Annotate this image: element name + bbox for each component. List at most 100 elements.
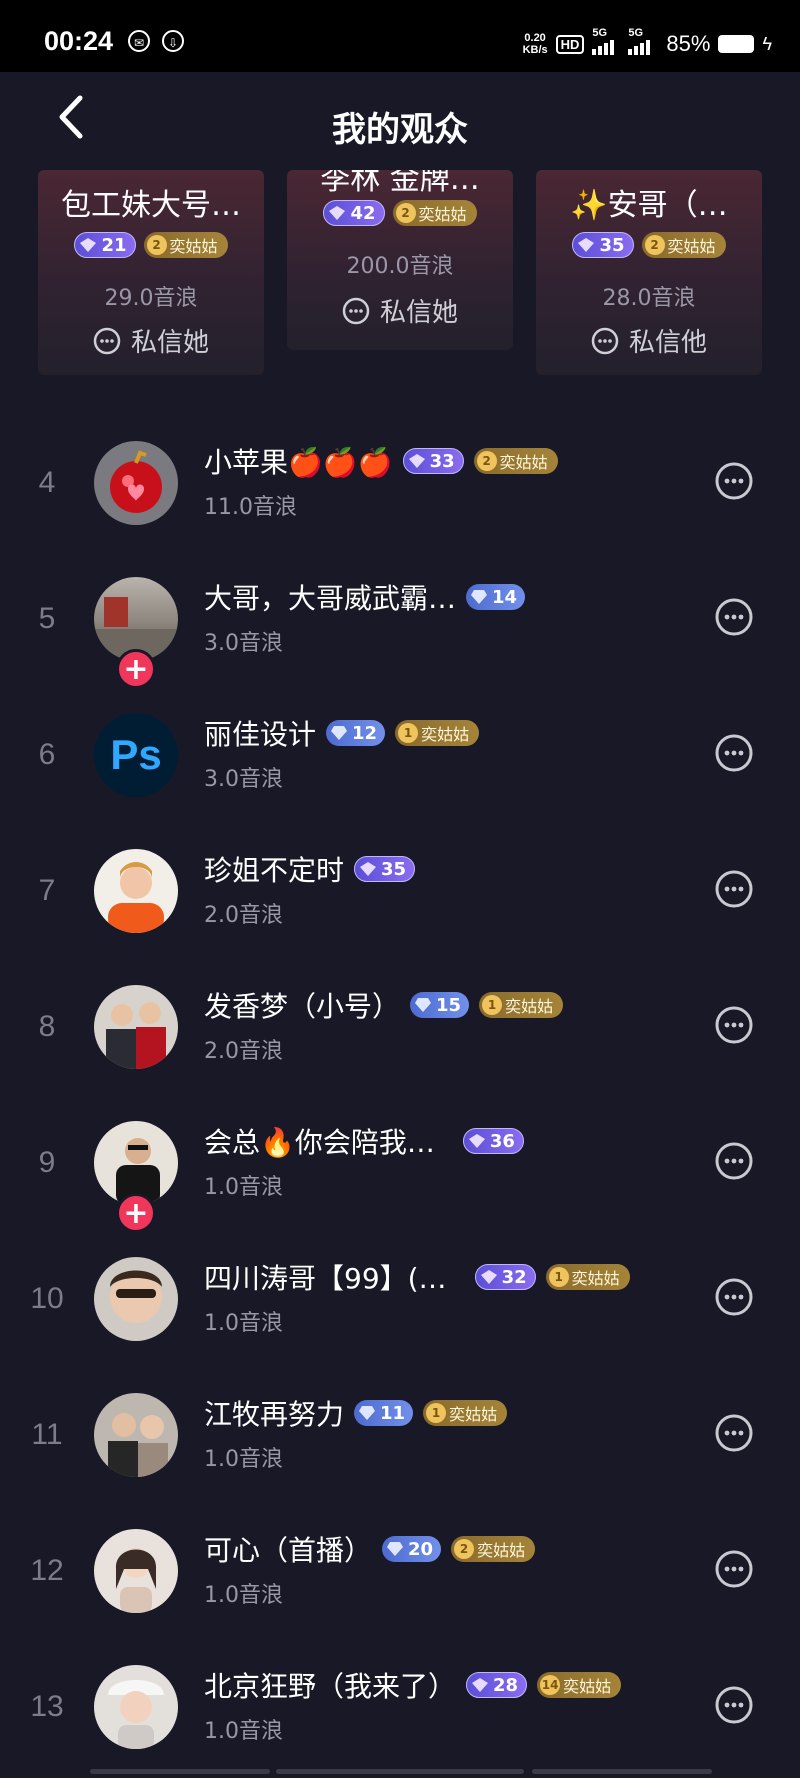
scroll-indicator (276, 1769, 524, 1774)
level-badge: 35 (354, 856, 416, 882)
list-item[interactable]: 11 江牧再努力 11 1 奕姑姑 1.0音浪 (0, 1367, 800, 1503)
level-badge: 28 (466, 1672, 528, 1698)
fan-badge: 2 奕姑姑 (392, 200, 477, 226)
wave-amount: 1.0音浪 (204, 1311, 283, 1336)
rank-number: 4 (38, 466, 56, 499)
wave-amount: 1.0音浪 (204, 1583, 283, 1608)
podium-badges: 35 2 奕姑姑 (536, 232, 762, 258)
list-item[interactable]: 6 Ps 丽佳设计 12 1 奕姑姑 3.0音浪 (0, 687, 800, 823)
podium-wave: 29.0音浪 (104, 286, 198, 311)
rank-number: 9 (38, 1146, 56, 1179)
gem-icon (79, 237, 97, 253)
podium-name: 包工妹大号… (61, 188, 241, 223)
gem-icon (577, 237, 595, 253)
rank-number: 5 (38, 602, 56, 635)
message-button[interactable]: 私信他 (536, 322, 762, 359)
message-button[interactable] (714, 1277, 754, 1317)
heart-icon: 2 (395, 203, 416, 223)
user-name: 发香梦（小号） (204, 990, 401, 1023)
person-avatar[interactable] (94, 1393, 178, 1477)
signal-icon: 5G (628, 27, 658, 55)
list-item[interactable]: 7 珍姐不定时 35 2.0音浪 (0, 823, 800, 959)
name-line: 北京狂野（我来了） 28 14 奕姑姑 (204, 1665, 622, 1705)
hd-icon: HD (555, 34, 585, 54)
name-line: 丽佳设计 12 1 奕姑姑 (204, 713, 480, 753)
heart-icon: 2 (454, 1539, 475, 1559)
list-item[interactable]: 9 + 会总🔥你会陪我… 36 1.0音浪 (0, 1095, 800, 1233)
gem-icon (471, 1677, 489, 1693)
fan-badge: 14 奕姑姑 (537, 1672, 622, 1698)
wave-amount: 1.0音浪 (204, 1447, 283, 1472)
fan-badge: 1 奕姑姑 (395, 720, 480, 746)
message-button[interactable] (714, 1685, 754, 1725)
rank-number: 12 (30, 1554, 64, 1587)
message-button[interactable] (714, 1413, 754, 1453)
list-item[interactable]: 5 + 大哥，大哥威武霸… 14 3.0音浪 (0, 551, 800, 689)
scroll-indicator (90, 1769, 270, 1774)
list-item[interactable]: 8 发香梦（小号） 15 1 奕姑姑 2.0音浪 (0, 959, 800, 1095)
level-badge: 36 (462, 1128, 524, 1154)
gem-icon (468, 1133, 486, 1149)
gem-icon (470, 589, 488, 605)
message-button[interactable] (714, 1005, 754, 1045)
podium-card[interactable]: 包工妹大号… 21 2 奕姑姑 29.0音浪 私信她 (38, 170, 264, 375)
name-line: 四川涛哥【99】(… 32 1 奕姑姑 (204, 1257, 630, 1297)
chat-bubble-icon (715, 870, 753, 908)
message-button[interactable] (714, 869, 754, 909)
wave-amount: 3.0音浪 (204, 767, 283, 792)
person-avatar[interactable] (94, 985, 178, 1069)
list-item[interactable]: 10 四川涛哥【99】(… 32 1 奕姑姑 1.0音浪 (0, 1231, 800, 1367)
status-right: 0.20 KB/s HD 5G 5G 85% ϟ (523, 26, 772, 62)
charging-icon: ϟ (762, 33, 772, 54)
follow-button[interactable]: + (116, 1193, 156, 1233)
gem-icon (386, 1541, 404, 1557)
message-button[interactable] (714, 597, 754, 637)
message-button[interactable] (714, 1549, 754, 1589)
message-button[interactable] (714, 461, 754, 501)
gem-icon (480, 1269, 498, 1285)
rank-number: 10 (30, 1282, 64, 1315)
podium-badges: 21 2 奕姑姑 (38, 232, 264, 258)
level-badge: 35 (572, 232, 634, 258)
message-button[interactable] (714, 1141, 754, 1181)
list-item[interactable]: 4 小苹果🍎🍎🍎 33 2 奕姑姑 11.0音浪 (0, 415, 800, 551)
gem-icon (359, 861, 377, 877)
page-title: 我的观众 (332, 111, 468, 149)
wave-amount: 2.0音浪 (204, 903, 283, 928)
heart-icon: 2 (644, 235, 665, 255)
podium-card[interactable]: 李林 金牌… 42 2 奕姑姑 200.0音浪 私信她 (287, 170, 513, 350)
chat-bubble-icon (342, 297, 370, 324)
apple-avatar[interactable] (94, 441, 178, 525)
fan-badge: 1 奕姑姑 (545, 1264, 630, 1290)
person-avatar[interactable] (94, 1665, 178, 1749)
message-button[interactable]: 私信她 (287, 292, 513, 329)
message-button[interactable]: 私信她 (38, 322, 264, 359)
list-item[interactable]: 13 北京狂野（我来了） 28 14 奕姑姑 1.0音浪 (0, 1639, 800, 1775)
follow-button[interactable]: + (116, 649, 156, 689)
podium-card[interactable]: ✨安哥（… 35 2 奕姑姑 28.0音浪 私信他 (536, 170, 762, 375)
gem-icon (330, 725, 348, 741)
net-speed: 0.20 KB/s (522, 32, 548, 56)
person-avatar[interactable] (94, 1257, 178, 1341)
user-name: 可心（首播） (204, 1534, 373, 1567)
gem-icon (414, 997, 432, 1013)
user-name: 小苹果🍎🍎🍎 (204, 446, 393, 479)
level-badge: 15 (410, 992, 470, 1018)
user-name: 大哥，大哥威武霸… (204, 582, 457, 615)
name-line: 江牧再努力 11 1 奕姑姑 (204, 1393, 508, 1433)
list-item[interactable]: 12 可心（首播） 20 2 奕姑姑 1.0音浪 (0, 1503, 800, 1639)
name-line: 会总🔥你会陪我… 36 (204, 1121, 524, 1161)
ps-logo-avatar[interactable]: Ps (94, 713, 178, 797)
user-name: 江牧再努力 (204, 1398, 345, 1431)
ps-logo-text: Ps (110, 731, 162, 778)
podium-name: 李林 金牌… (320, 170, 480, 197)
podium-wave: 28.0音浪 (602, 286, 696, 311)
level-badge: 14 (466, 584, 526, 610)
rank-number: 6 (38, 738, 56, 771)
wave-amount: 1.0音浪 (204, 1175, 283, 1200)
podium-wave: 200.0音浪 (346, 254, 454, 279)
chat-bubble-icon (715, 1550, 753, 1588)
person-avatar[interactable] (94, 849, 178, 933)
person-avatar[interactable] (94, 1529, 178, 1613)
message-button[interactable] (714, 733, 754, 773)
